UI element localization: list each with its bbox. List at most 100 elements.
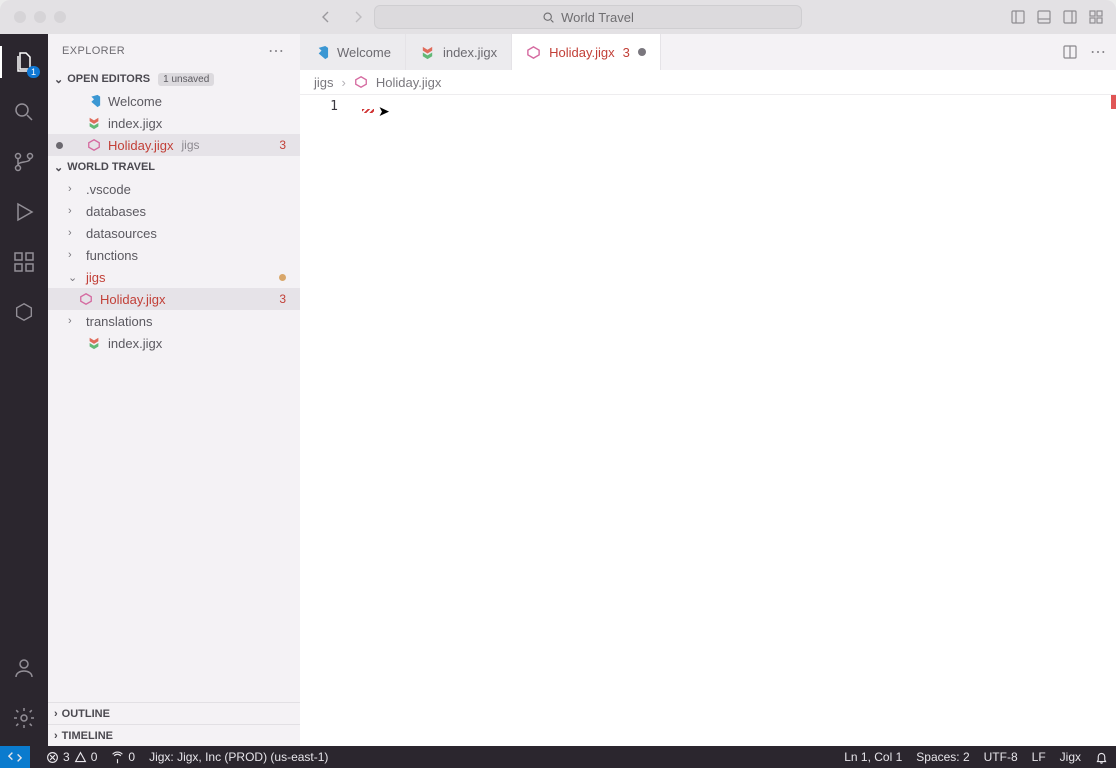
outline-header[interactable]: ›OUTLINE bbox=[48, 702, 300, 724]
run-icon bbox=[12, 200, 36, 224]
nav-arrows bbox=[318, 9, 366, 25]
explorer-activity[interactable]: 1 bbox=[10, 48, 38, 76]
folder-translations[interactable]: ›translations bbox=[48, 310, 300, 332]
search-icon bbox=[542, 11, 555, 24]
chevron-right-icon: › bbox=[68, 249, 80, 261]
tab-holiday[interactable]: Holiday.jigx 3 bbox=[512, 34, 661, 70]
remote-icon bbox=[8, 750, 22, 764]
layout-panel-icon[interactable] bbox=[1036, 9, 1052, 25]
tab-bar: Welcome index.jigx Holiday.jigx 3 ⋯ bbox=[300, 34, 1116, 70]
open-editor-welcome[interactable]: Welcome bbox=[48, 90, 300, 112]
remote-indicator[interactable] bbox=[0, 746, 30, 768]
indentation-status[interactable]: Spaces: 2 bbox=[916, 750, 969, 764]
encoding-status[interactable]: UTF-8 bbox=[984, 750, 1018, 764]
eol-status[interactable]: LF bbox=[1032, 750, 1046, 764]
cursor-position-status[interactable]: Ln 1, Col 1 bbox=[844, 750, 902, 764]
workspace-header[interactable]: ⌄ WORLD TRAVEL bbox=[48, 156, 300, 178]
explorer-badge: 1 bbox=[27, 66, 40, 78]
traffic-lights bbox=[14, 11, 66, 23]
nav-fwd-icon[interactable] bbox=[350, 9, 366, 25]
mouse-cursor-icon: ➤ bbox=[378, 103, 390, 120]
layout-primary-icon[interactable] bbox=[1010, 9, 1026, 25]
extensions-icon bbox=[12, 250, 36, 274]
vscode-icon bbox=[314, 45, 329, 60]
jigx-activity[interactable] bbox=[10, 298, 38, 326]
debug-activity[interactable] bbox=[10, 198, 38, 226]
sidebar-title: EXPLORER ⋯ bbox=[48, 34, 300, 68]
editor-group: Welcome index.jigx Holiday.jigx 3 ⋯ jigs… bbox=[300, 34, 1116, 746]
chevron-right-icon: › bbox=[68, 205, 80, 217]
bell-icon bbox=[1095, 751, 1108, 764]
branch-icon bbox=[12, 150, 36, 174]
code-area[interactable]: 1 ➤ bbox=[300, 94, 1116, 746]
nav-back-icon[interactable] bbox=[318, 9, 334, 25]
layout-customize-icon[interactable] bbox=[1088, 9, 1104, 25]
modified-dot-icon bbox=[56, 142, 63, 149]
notifications-status[interactable] bbox=[1095, 751, 1108, 764]
file-holiday[interactable]: Holiday.jigx 3 bbox=[48, 288, 300, 310]
chevron-right-icon: › bbox=[68, 227, 80, 239]
close-traffic[interactable] bbox=[14, 11, 26, 23]
min-traffic[interactable] bbox=[34, 11, 46, 23]
jigx-err-icon bbox=[354, 75, 368, 89]
problem-count: 3 bbox=[279, 138, 286, 152]
jigx-file-icon bbox=[86, 116, 102, 130]
language-status[interactable]: Jigx bbox=[1060, 750, 1081, 764]
accounts-activity[interactable] bbox=[10, 654, 38, 682]
layout-secondary-icon[interactable] bbox=[1062, 9, 1078, 25]
jigx-profile-status[interactable]: Jigx: Jigx, Inc (PROD) (us-east-1) bbox=[149, 750, 328, 764]
layout-controls bbox=[1010, 9, 1104, 25]
activity-bar: 1 bbox=[0, 34, 48, 746]
max-traffic[interactable] bbox=[54, 11, 66, 23]
gear-icon bbox=[12, 706, 36, 730]
chevron-down-icon: ⌄ bbox=[68, 271, 80, 284]
tab-welcome[interactable]: Welcome bbox=[300, 34, 406, 70]
open-editor-index[interactable]: index.jigx bbox=[48, 112, 300, 134]
editor-more-icon[interactable]: ⋯ bbox=[1090, 42, 1106, 62]
command-center-text: World Travel bbox=[561, 10, 634, 25]
jigx-err-icon bbox=[78, 292, 94, 306]
line-number: 1 bbox=[300, 95, 348, 114]
vscode-icon bbox=[86, 94, 102, 108]
problems-status[interactable]: 3 0 bbox=[46, 750, 97, 764]
chevron-down-icon: ⌄ bbox=[54, 161, 63, 174]
overview-ruler-error bbox=[1111, 95, 1116, 109]
scm-activity[interactable] bbox=[10, 148, 38, 176]
sidebar-more-icon[interactable]: ⋯ bbox=[268, 41, 286, 61]
tab-index[interactable]: index.jigx bbox=[406, 34, 512, 70]
chevron-right-icon: › bbox=[68, 183, 80, 195]
search-icon bbox=[12, 100, 36, 124]
folder-vscode[interactable]: ›.vscode bbox=[48, 178, 300, 200]
error-icon bbox=[46, 751, 59, 764]
chevron-down-icon: ⌄ bbox=[54, 73, 63, 86]
timeline-header[interactable]: ›TIMELINE bbox=[48, 724, 300, 746]
file-index[interactable]: ›index.jigx bbox=[48, 332, 300, 354]
ports-status[interactable]: 0 bbox=[111, 750, 135, 764]
status-bar: 3 0 0 Jigx: Jigx, Inc (PROD) (us-east-1)… bbox=[0, 746, 1116, 768]
warning-icon bbox=[74, 751, 87, 764]
open-editor-holiday[interactable]: Holiday.jigx jigs 3 bbox=[48, 134, 300, 156]
jigx-err-icon bbox=[526, 45, 541, 60]
open-editors-header[interactable]: ⌄ OPEN EDITORS 1 unsaved bbox=[48, 68, 300, 90]
hexagon-icon bbox=[13, 301, 35, 323]
titlebar: World Travel bbox=[0, 0, 1116, 34]
modified-indicator-icon bbox=[279, 274, 286, 281]
jigx-err-icon bbox=[86, 138, 102, 152]
search-activity[interactable] bbox=[10, 98, 38, 126]
settings-activity[interactable] bbox=[10, 704, 38, 732]
extensions-activity[interactable] bbox=[10, 248, 38, 276]
chevron-right-icon: › bbox=[342, 75, 346, 90]
jigx-file-icon bbox=[420, 45, 435, 60]
folder-jigs[interactable]: ⌄jigs bbox=[48, 266, 300, 288]
chevron-right-icon: › bbox=[68, 315, 80, 327]
folder-databases[interactable]: ›databases bbox=[48, 200, 300, 222]
command-center[interactable]: World Travel bbox=[374, 5, 802, 29]
account-icon bbox=[12, 656, 36, 680]
problem-count: 3 bbox=[279, 292, 286, 306]
folder-datasources[interactable]: ›datasources bbox=[48, 222, 300, 244]
chevron-right-icon: › bbox=[54, 708, 58, 720]
error-squiggle bbox=[362, 109, 374, 113]
folder-functions[interactable]: ›functions bbox=[48, 244, 300, 266]
breadcrumbs[interactable]: jigs › Holiday.jigx bbox=[300, 70, 1116, 94]
split-editor-icon[interactable] bbox=[1062, 44, 1078, 60]
